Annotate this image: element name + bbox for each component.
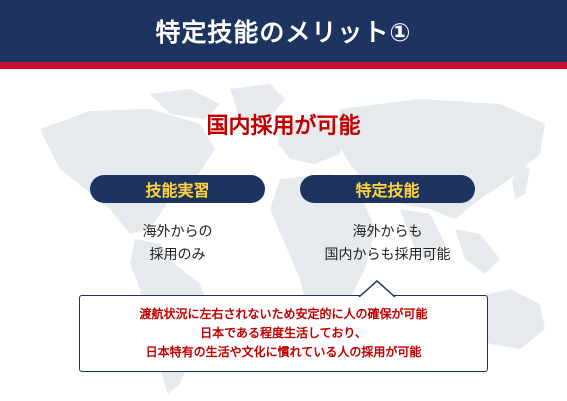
callout-box: 渡航状況に左右されないため安定的に人の確保が可能 日本である程度生活しており、 …	[79, 295, 488, 372]
header-accent-stripe	[0, 62, 567, 69]
label-specified-skills: 特定技能	[355, 181, 420, 200]
label-pill-technical-intern: 技能実習	[90, 175, 265, 203]
description-line: 海外からの	[142, 224, 213, 240]
description-line: 国内からも採用可能	[324, 247, 451, 263]
callout-line: 日本特有の生活や文化に慣れている人の採用が可能	[145, 345, 422, 359]
headline-domestic-hiring: 国内採用が可能	[206, 114, 361, 139]
description-technical-intern: 海外からの 採用のみ	[90, 221, 265, 267]
callout-pointer	[358, 280, 396, 297]
description-specified-skills: 海外からも 国内からも採用可能	[300, 221, 475, 267]
page-title: 特定技能のメリット①	[155, 18, 412, 47]
callout-line: 渡航状況に左右されないため安定的に人の確保が可能	[139, 307, 428, 321]
header-bar: 特定技能のメリット①	[0, 0, 567, 62]
label-technical-intern: 技能実習	[145, 181, 210, 200]
label-pill-specified-skills: 特定技能	[300, 175, 475, 203]
description-line: 海外からも	[352, 224, 423, 240]
callout-line: 日本である程度生活しており、	[200, 326, 367, 340]
description-line: 採用のみ	[149, 247, 206, 263]
